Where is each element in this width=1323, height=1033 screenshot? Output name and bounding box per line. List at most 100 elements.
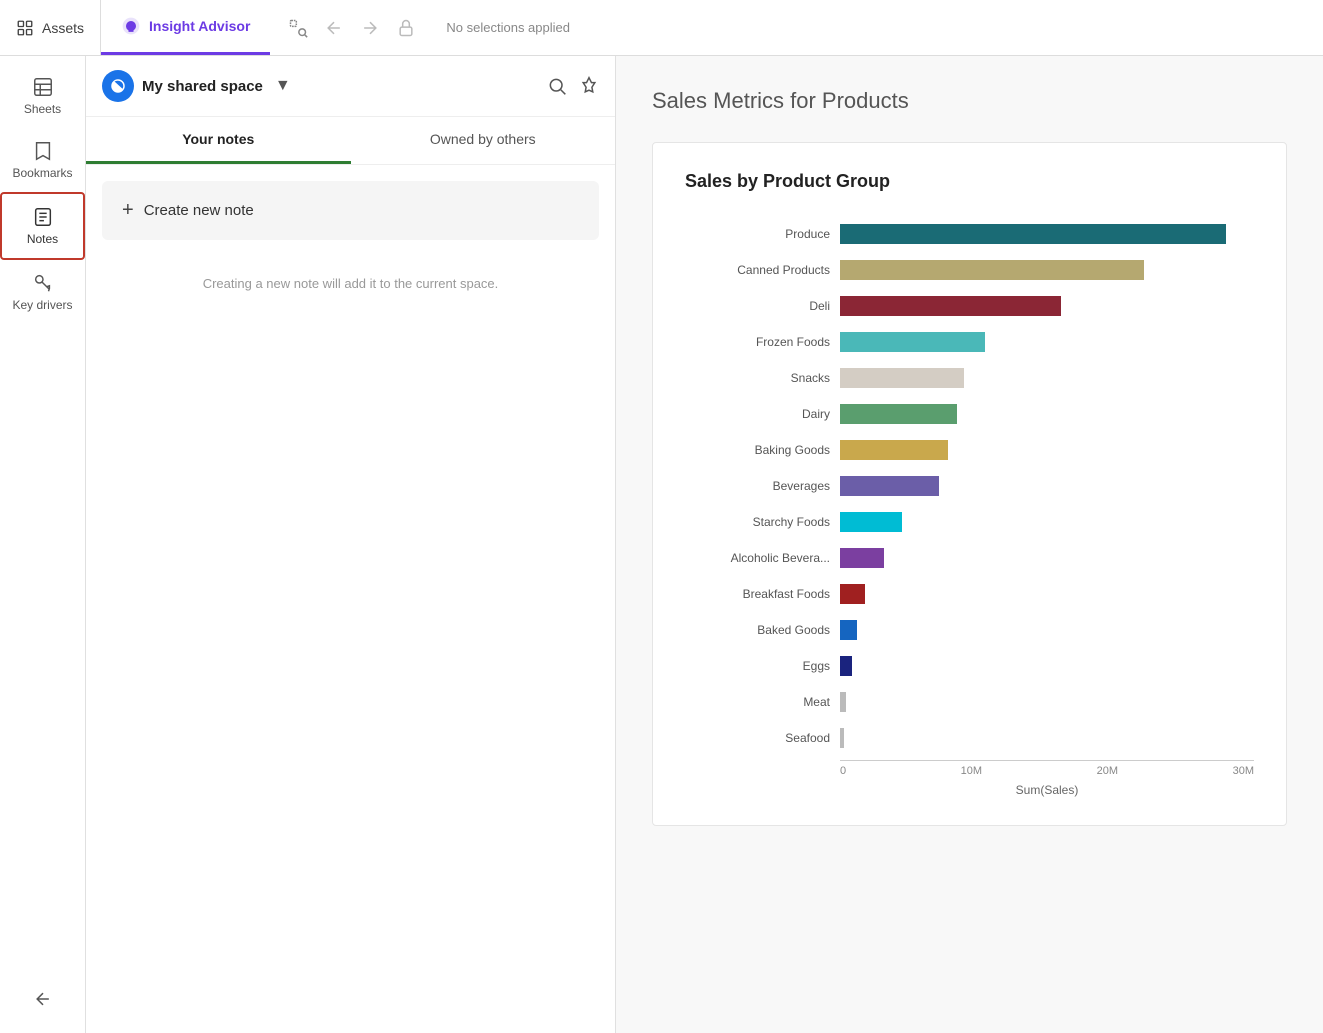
- bar-track: [840, 295, 1254, 317]
- bar-track: [840, 727, 1254, 749]
- bar-track: [840, 619, 1254, 641]
- bar-track: [840, 439, 1254, 461]
- sidebar-item-notes[interactable]: Notes: [0, 192, 85, 260]
- axis-label: Sum(Sales): [685, 783, 1254, 797]
- bar-track: [840, 475, 1254, 497]
- bar-fill: [840, 548, 884, 568]
- space-icon: [102, 70, 134, 102]
- bar-label: Snacks: [685, 371, 840, 385]
- notes-icon: [32, 206, 54, 228]
- notes-header: My shared space ▼: [86, 56, 615, 117]
- bar-fill: [840, 440, 948, 460]
- bar-track: [840, 547, 1254, 569]
- bar-label: Baked Goods: [685, 623, 840, 637]
- bar-track: [840, 403, 1254, 425]
- key-drivers-icon: [32, 272, 54, 294]
- bar-label: Alcoholic Bevera...: [685, 551, 840, 565]
- plus-icon: +: [122, 199, 134, 222]
- lock-icon[interactable]: [390, 12, 422, 44]
- collapse-button[interactable]: [21, 977, 65, 1021]
- bar-fill: [840, 512, 902, 532]
- bar-row: Seafood: [685, 720, 1254, 756]
- notes-label: Notes: [27, 232, 58, 246]
- create-note-button[interactable]: + Create new note: [102, 181, 599, 240]
- tab-your-notes[interactable]: Your notes: [86, 117, 351, 164]
- bar-row: Alcoholic Bevera...: [685, 540, 1254, 576]
- bar-label: Baking Goods: [685, 443, 840, 457]
- bar-label: Eggs: [685, 659, 840, 673]
- toolbar: Assets Insight Advisor: [0, 0, 1323, 56]
- bar-row: Deli: [685, 288, 1254, 324]
- space-selector[interactable]: My shared space ▼: [102, 70, 291, 102]
- bar-fill: [840, 656, 852, 676]
- bar-row: Eggs: [685, 648, 1254, 684]
- bar-label: Dairy: [685, 407, 840, 421]
- bar-fill: [840, 296, 1061, 316]
- search-selections-icon[interactable]: [282, 12, 314, 44]
- bar-label: Canned Products: [685, 263, 840, 277]
- bar-fill: [840, 332, 985, 352]
- bar-fill: [840, 260, 1144, 280]
- sidebar-bottom: [21, 977, 65, 1033]
- insight-icon: [121, 16, 141, 36]
- bar-row: Breakfast Foods: [685, 576, 1254, 612]
- bar-row: Frozen Foods: [685, 324, 1254, 360]
- bar-fill: [840, 728, 844, 748]
- bar-fill: [840, 584, 865, 604]
- notes-panel: My shared space ▼ Your notes Owned by ot…: [86, 56, 616, 1033]
- bar-row: Beverages: [685, 468, 1254, 504]
- sidebar: Sheets Bookmarks Notes Key drivers: [0, 56, 86, 1033]
- axis-ticks: 0 10M 20M 30M: [685, 765, 1254, 777]
- bar-track: [840, 511, 1254, 533]
- insight-advisor-tab[interactable]: Insight Advisor: [101, 0, 270, 55]
- bar-fill: [840, 692, 846, 712]
- main-area: Sheets Bookmarks Notes Key drivers: [0, 56, 1323, 1033]
- collapse-icon: [33, 989, 53, 1009]
- axis-tick: 0: [840, 765, 846, 777]
- bar-row: Snacks: [685, 360, 1254, 396]
- chart-subtitle: Sales by Product Group: [685, 171, 1254, 192]
- bar-chart: Produce Canned Products DeliFrozen Foods Sn…: [685, 216, 1254, 756]
- space-name: My shared space: [142, 78, 263, 95]
- bookmark-icon: [32, 140, 54, 162]
- axis-tick: 10M: [961, 765, 982, 777]
- bar-track: [840, 223, 1254, 245]
- bar-row: Baking Goods: [685, 432, 1254, 468]
- search-icon[interactable]: [547, 76, 567, 96]
- bookmarks-label: Bookmarks: [12, 166, 72, 180]
- bar-fill: [840, 224, 1226, 244]
- bar-row: Starchy Foods: [685, 504, 1254, 540]
- chart-page-title: Sales Metrics for Products: [652, 88, 1287, 114]
- bar-track: [840, 259, 1254, 281]
- bar-row: Meat: [685, 684, 1254, 720]
- assets-button[interactable]: Assets: [0, 0, 101, 55]
- tab-owned-by-others[interactable]: Owned by others: [351, 117, 616, 164]
- chart-area: Sales Metrics for Products Sales by Prod…: [616, 56, 1323, 1033]
- axis-tick: 20M: [1097, 765, 1118, 777]
- insight-label: Insight Advisor: [149, 18, 250, 34]
- notes-hint: Creating a new note will add it to the c…: [86, 264, 615, 303]
- sidebar-item-bookmarks[interactable]: Bookmarks: [0, 128, 85, 192]
- bar-fill: [840, 620, 857, 640]
- sidebar-item-key-drivers[interactable]: Key drivers: [0, 260, 85, 324]
- notes-tabs: Your notes Owned by others: [86, 117, 615, 165]
- space-chevron-icon[interactable]: ▼: [275, 77, 291, 95]
- bar-fill: [840, 476, 939, 496]
- forward-icon[interactable]: [354, 12, 386, 44]
- bar-label: Seafood: [685, 731, 840, 745]
- pin-icon[interactable]: [579, 76, 599, 96]
- sheets-icon: [32, 76, 54, 98]
- axis-tick: 30M: [1233, 765, 1254, 777]
- back-icon[interactable]: [318, 12, 350, 44]
- sidebar-item-sheets[interactable]: Sheets: [0, 64, 85, 128]
- bar-track: [840, 367, 1254, 389]
- bar-row: Dairy: [685, 396, 1254, 432]
- bar-label: Starchy Foods: [685, 515, 840, 529]
- bar-row: Produce: [685, 216, 1254, 252]
- no-selections-text: No selections applied: [434, 20, 582, 35]
- bar-row: Canned Products: [685, 252, 1254, 288]
- chart-container: Sales by Product Group Produce Canned Pro…: [652, 142, 1287, 826]
- bar-track: [840, 331, 1254, 353]
- assets-icon: [16, 19, 34, 37]
- bar-row: Baked Goods: [685, 612, 1254, 648]
